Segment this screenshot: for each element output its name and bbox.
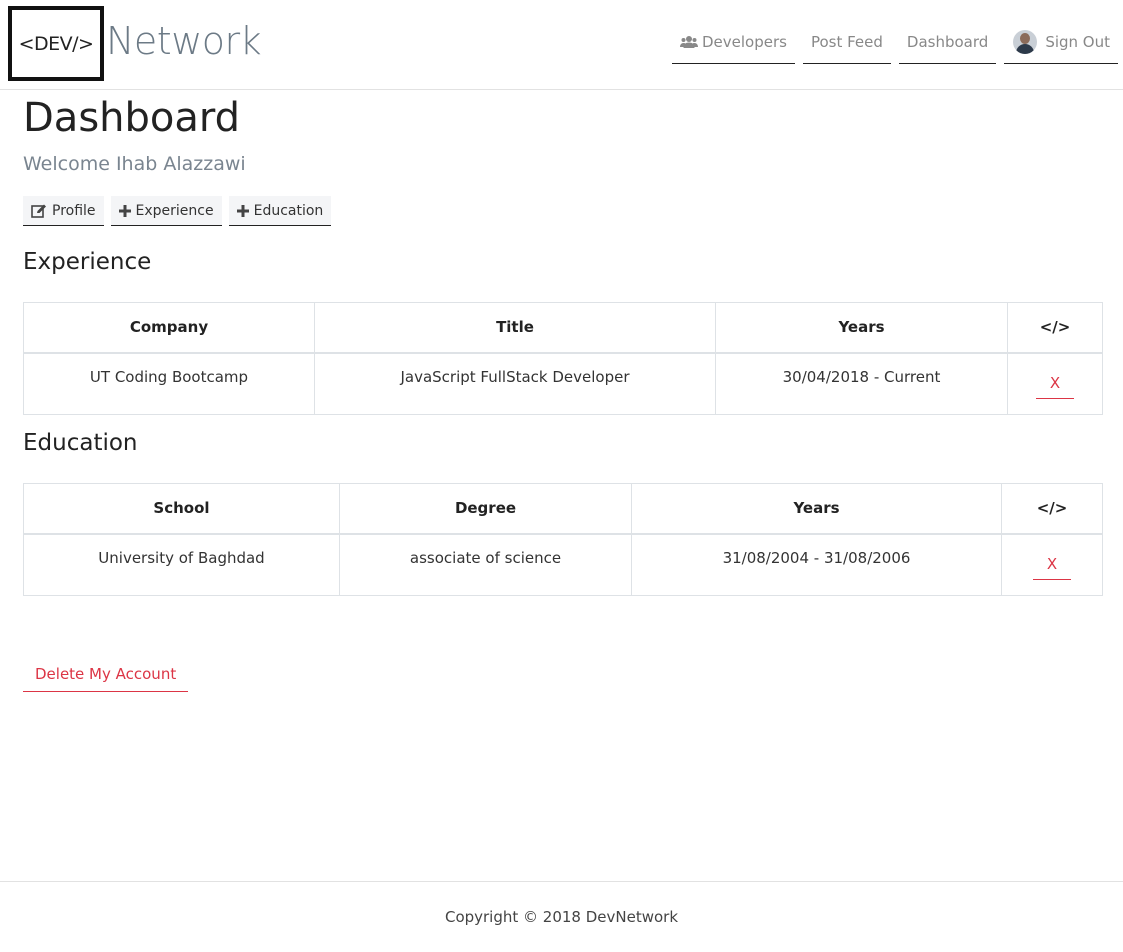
experience-years: 30/04/2018 - Current (715, 352, 1008, 415)
nav-sign-out[interactable]: Sign Out (1004, 20, 1118, 64)
education-degree: associate of science (339, 533, 632, 596)
column-header: </> (1007, 302, 1103, 354)
edit-profile-label: Profile (52, 202, 96, 219)
column-header: Title (314, 302, 716, 354)
add-education-label: Education (253, 202, 324, 219)
nav-dashboard-label: Dashboard (906, 32, 989, 51)
education-school: University of Baghdad (23, 533, 340, 596)
delete-account-button[interactable]: Delete My Account (23, 656, 189, 692)
welcome-message: Welcome Ihab Alazzawi (23, 153, 246, 175)
experience-table: Company Title Years </> UT Coding Bootca… (23, 302, 1103, 415)
add-experience-button[interactable]: Experience (110, 196, 222, 226)
nav-dashboard[interactable]: Dashboard (898, 20, 997, 64)
add-experience-label: Experience (135, 202, 214, 219)
nav-sign-out-label: Sign Out (1045, 32, 1110, 51)
education-heading: Education (23, 430, 138, 456)
column-header: </> (1001, 483, 1103, 535)
users-icon (680, 35, 698, 49)
dashboard-actions: Profile Experience Education (23, 196, 332, 226)
experience-company: UT Coding Bootcamp (23, 352, 315, 415)
column-header: Company (23, 302, 315, 354)
footer: Copyright © 2018 DevNetwork (0, 881, 1123, 952)
logo-text: <DEV/> (18, 32, 94, 55)
brand-name[interactable]: Network (106, 19, 262, 63)
education-header-row: School Degree Years </> (23, 483, 1103, 535)
logo[interactable]: <DEV/> (8, 6, 104, 81)
copyright-text: Copyright © 2018 DevNetwork (444, 908, 679, 926)
edit-icon (31, 204, 47, 218)
column-header: Years (631, 483, 1002, 535)
plus-icon (118, 204, 131, 217)
education-years: 31/08/2004 - 31/08/2006 (631, 533, 1002, 596)
experience-actions: X (1007, 352, 1103, 415)
navbar: <DEV/> Network Developers Post Feed Dash… (0, 0, 1123, 90)
delete-education-button[interactable]: X (1032, 549, 1072, 581)
education-table: School Degree Years </> University of Ba… (23, 483, 1103, 596)
nav-post-feed-label: Post Feed (810, 32, 883, 51)
table-row: University of Baghdad associate of scien… (23, 533, 1103, 596)
education-actions: X (1001, 533, 1103, 596)
nav-post-feed[interactable]: Post Feed (802, 20, 891, 64)
avatar (1013, 29, 1038, 54)
page-title: Dashboard (23, 95, 241, 141)
nav-developers[interactable]: Developers (672, 20, 795, 64)
delete-experience-button[interactable]: X (1035, 368, 1075, 400)
nav-links: Developers Post Feed Dashboard Sign Out (672, 20, 1118, 64)
nav-developers-label: Developers (702, 32, 787, 51)
add-education-button[interactable]: Education (228, 196, 332, 226)
edit-profile-button[interactable]: Profile (23, 196, 104, 226)
column-header: Years (715, 302, 1008, 354)
table-row: UT Coding Bootcamp JavaScript FullStack … (23, 352, 1103, 415)
plus-icon (236, 204, 249, 217)
experience-heading: Experience (23, 249, 152, 275)
experience-title: JavaScript FullStack Developer (314, 352, 716, 415)
experience-header-row: Company Title Years </> (23, 302, 1103, 354)
column-header: Degree (339, 483, 632, 535)
column-header: School (23, 483, 340, 535)
